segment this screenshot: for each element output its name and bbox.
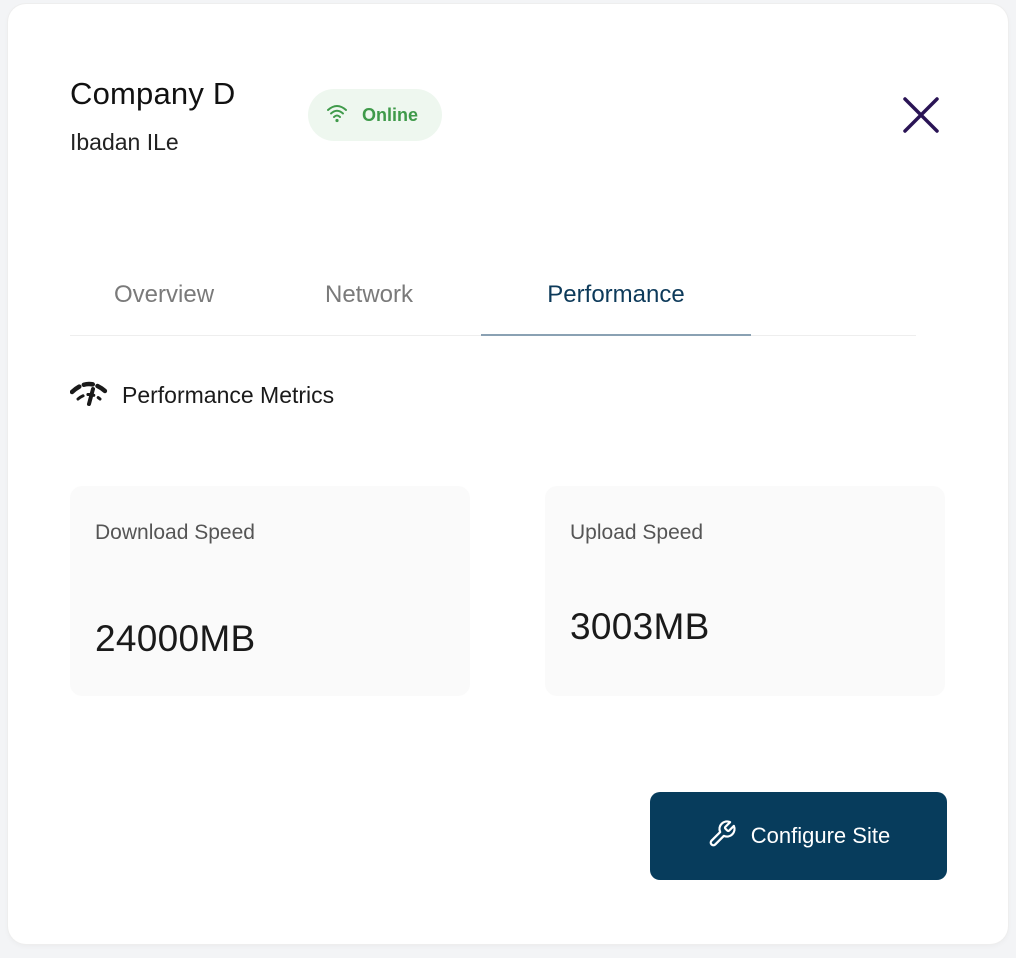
wrench-icon bbox=[707, 819, 737, 854]
tab-performance[interactable]: Performance bbox=[481, 259, 751, 336]
status-label: Online bbox=[362, 104, 419, 125]
download-speed-label: Download Speed bbox=[95, 521, 255, 544]
site-location: Ibadan ILe bbox=[70, 129, 179, 155]
upload-speed-value: 3003MB bbox=[570, 606, 710, 647]
configure-site-label: Configure Site bbox=[750, 823, 891, 848]
wifi-icon bbox=[326, 103, 348, 128]
tab-bar: Overview Network Performance bbox=[70, 259, 916, 336]
download-speed-card: Download Speed 24000MB bbox=[70, 486, 470, 696]
site-title: Company D bbox=[70, 76, 236, 111]
tab-overview[interactable]: Overview bbox=[114, 259, 214, 336]
close-button[interactable] bbox=[896, 92, 946, 142]
section-title: Performance Metrics bbox=[122, 382, 335, 408]
site-details-panel: Company D Ibadan ILe Online Overview Net… bbox=[8, 4, 1008, 944]
upload-speed-card: Upload Speed 3003MB bbox=[545, 486, 945, 696]
upload-speed-label: Upload Speed bbox=[570, 521, 704, 544]
section-heading: Performance Metrics bbox=[69, 380, 335, 411]
tab-network[interactable]: Network bbox=[325, 259, 413, 336]
download-speed-value: 24000MB bbox=[95, 618, 256, 659]
speedometer-icon bbox=[69, 380, 109, 411]
close-icon bbox=[901, 95, 941, 140]
configure-site-button[interactable]: Configure Site bbox=[650, 792, 947, 880]
status-badge: Online bbox=[308, 89, 442, 141]
